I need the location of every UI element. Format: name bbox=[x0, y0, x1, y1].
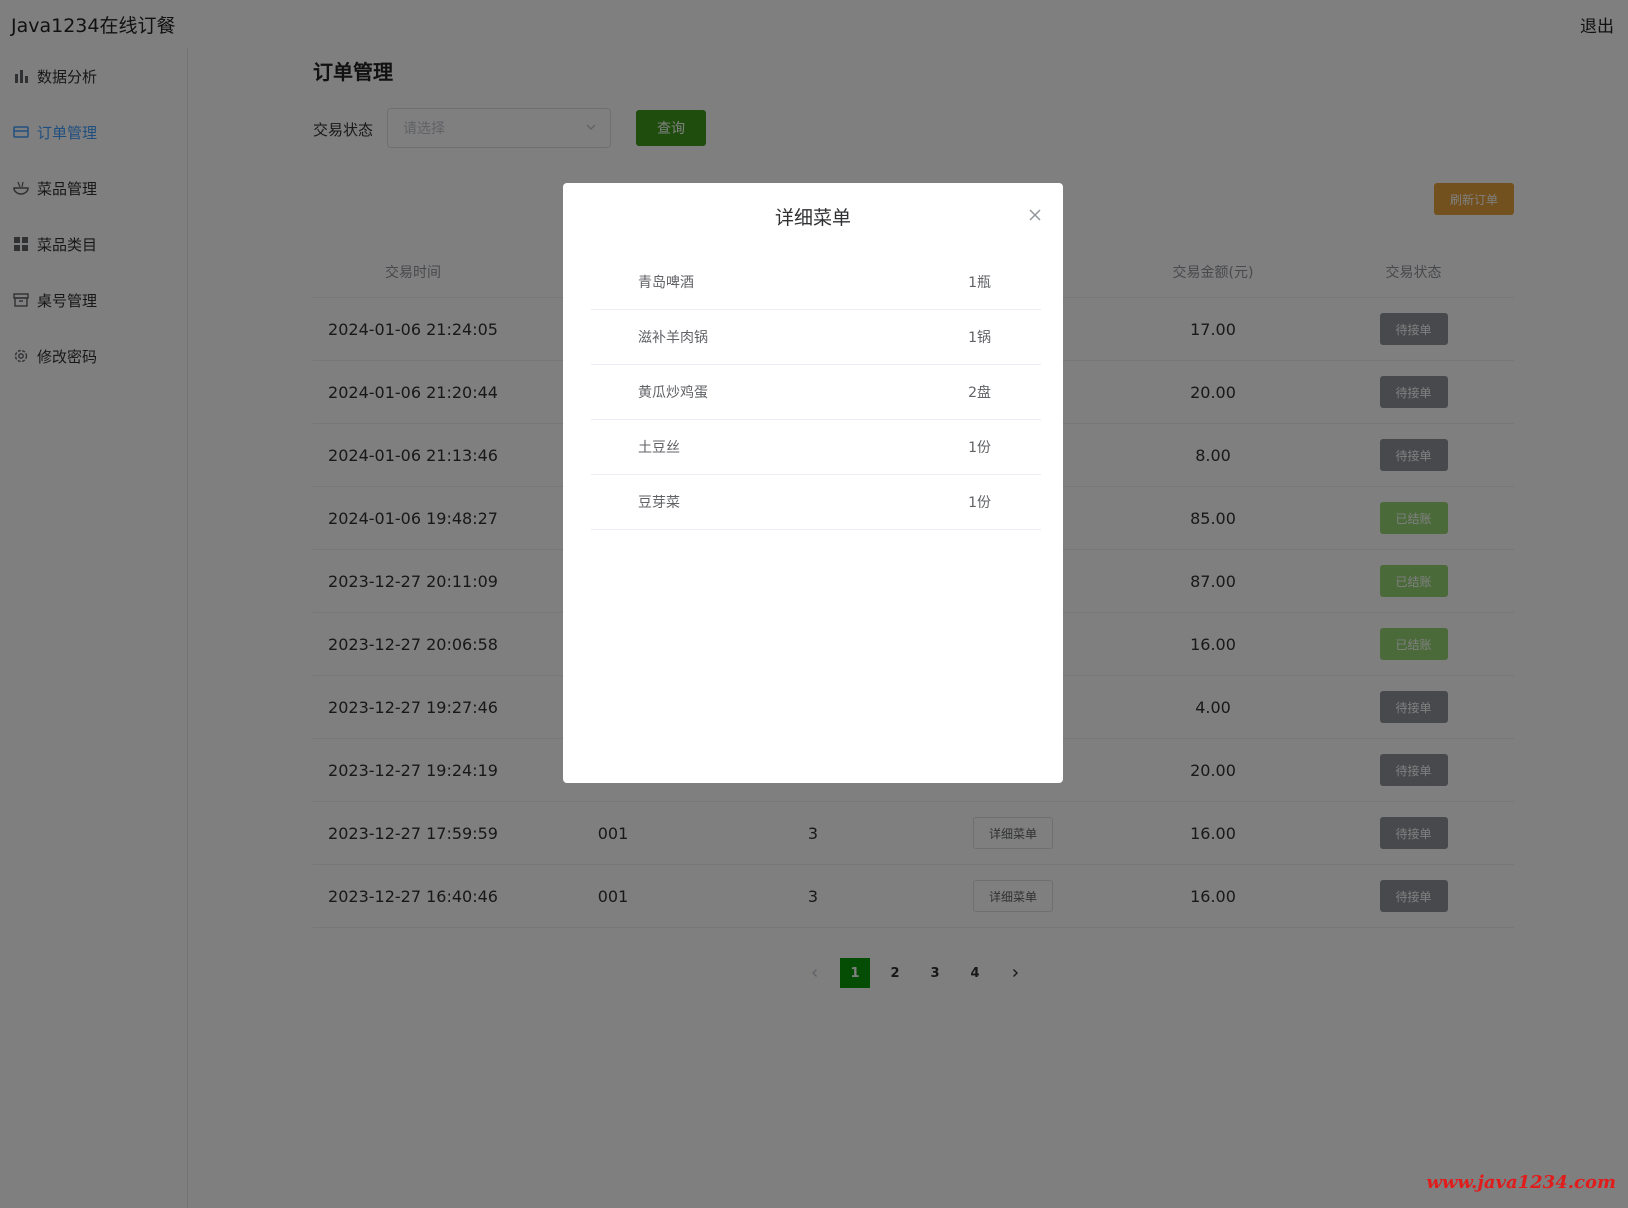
menu-item-quantity: 1份 bbox=[968, 440, 991, 456]
menu-item-quantity: 1锅 bbox=[968, 330, 991, 346]
menu-item: 青岛啤酒 1瓶 bbox=[591, 255, 1041, 310]
close-icon[interactable] bbox=[1027, 207, 1043, 223]
menu-item: 黄瓜炒鸡蛋 2盘 bbox=[591, 365, 1041, 420]
menu-item-name: 黄瓜炒鸡蛋 bbox=[638, 385, 708, 401]
menu-item-name: 豆芽菜 bbox=[638, 495, 680, 511]
menu-item: 豆芽菜 1份 bbox=[591, 475, 1041, 530]
menu-item-name: 滋补羊肉锅 bbox=[638, 330, 708, 346]
menu-item-name: 青岛啤酒 bbox=[638, 275, 694, 291]
menu-detail-dialog: 详细菜单 青岛啤酒 1瓶 滋补羊肉锅 1锅 黄瓜炒鸡蛋 2盘 土豆丝 1份 豆芽菜 1份 bbox=[563, 183, 1063, 783]
watermark: www.java1234.com bbox=[1426, 1172, 1616, 1193]
menu-item-quantity: 2盘 bbox=[968, 385, 991, 401]
menu-item-quantity: 1份 bbox=[968, 495, 991, 511]
dialog-title: 详细菜单 bbox=[774, 207, 851, 229]
menu-item: 土豆丝 1份 bbox=[591, 420, 1041, 475]
menu-item-name: 土豆丝 bbox=[638, 440, 680, 456]
menu-item-quantity: 1瓶 bbox=[968, 275, 991, 291]
menu-item: 滋补羊肉锅 1锅 bbox=[591, 310, 1041, 365]
menu-item-list: 青岛啤酒 1瓶 滋补羊肉锅 1锅 黄瓜炒鸡蛋 2盘 土豆丝 1份 豆芽菜 1份 bbox=[591, 255, 1041, 530]
